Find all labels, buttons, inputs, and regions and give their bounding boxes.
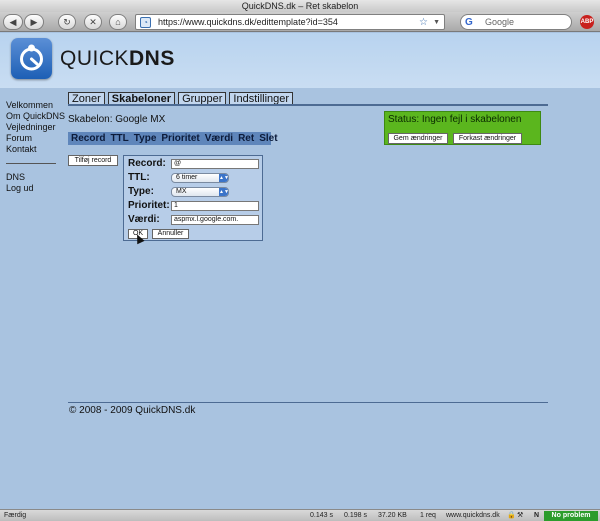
reload-button[interactable]: ↻ [58, 14, 76, 30]
sidebar-item-vejledninger[interactable]: Vejledninger [6, 122, 58, 133]
sidebar-item-log-ud[interactable]: Log ud [6, 183, 58, 194]
add-record-button[interactable]: Tilføj record [68, 155, 118, 166]
column-header-record: Record [71, 133, 106, 144]
logo-text-light: QUICK [60, 47, 130, 70]
value-label: Værdi: [128, 214, 160, 225]
home-button[interactable]: ⌂ [109, 14, 127, 30]
history-dropdown-icon[interactable]: ▼ [433, 15, 440, 30]
sidebar-item-om-quickdns[interactable]: Om QuickDNS [6, 111, 65, 122]
address-bar[interactable]: ◔ https://www.quickdns.dk/edittemplate?i… [135, 14, 445, 30]
priority-input[interactable]: 1 [171, 201, 259, 211]
browser-statusbar: Færdig 0.143 s 0.198 s 37.20 KB 1 req ww… [0, 509, 600, 521]
type-select-value: MX [176, 188, 187, 195]
status-done-text: Færdig [4, 512, 27, 519]
cancel-button[interactable]: Annuller [152, 229, 189, 239]
sidebar-nav: Velkommen Om QuickDNS Vejledninger Forum… [6, 100, 65, 194]
logo-text-bold: DNS [129, 47, 175, 70]
column-header-vaerdi: Værdi [204, 133, 234, 144]
lock-icon: 🔒 [507, 512, 516, 519]
type-label: Type: [128, 186, 154, 197]
value-input[interactable]: aspmx.l.google.com. [171, 215, 259, 225]
record-label: Record: [128, 158, 166, 169]
status-host: www.quickdns.dk [446, 512, 500, 519]
ttl-select-value: 6 timer [176, 174, 198, 181]
column-header-type: Type [133, 133, 157, 144]
window-title: QuickDNS.dk – Ret skabelon [241, 1, 359, 11]
sidebar-item-kontakt[interactable]: Kontakt [6, 144, 58, 155]
google-search-icon[interactable]: G [465, 16, 473, 29]
column-header-prioritet: Prioritet [161, 133, 200, 144]
template-name: Skabelon: Google MX [68, 114, 166, 125]
sidebar-item-velkommen[interactable]: Velkommen [6, 100, 58, 111]
addon-icon[interactable]: ⚒ [517, 510, 523, 521]
forward-arrow-icon: ▶ [30, 16, 38, 27]
records-table-header: Record TTL Type Prioritet Værdi Ret Slet [68, 132, 278, 145]
tab-underline [68, 104, 548, 106]
discard-changes-button[interactable]: Forkast ændringer [453, 133, 522, 144]
sidebar-item-dns[interactable]: DNS [6, 172, 58, 183]
save-changes-button[interactable]: Gem ændringer [388, 133, 448, 144]
record-edit-form: Record: @ TTL: 6 timer ▲▼ Type: MX ▲▼ Pr… [123, 155, 263, 241]
copyright-text: © 2008 - 2009 QuickDNS.dk [69, 405, 196, 416]
quickdns-logo-icon[interactable] [11, 38, 52, 79]
column-header-ttl: TTL [110, 133, 129, 144]
adblock-icon[interactable]: ABP [580, 15, 594, 29]
column-header-slet: Slet [259, 133, 278, 144]
forward-button[interactable]: ▶ [24, 14, 44, 30]
sidebar-item-forum[interactable]: Forum [6, 133, 58, 144]
reload-icon: ↻ [63, 16, 71, 27]
stop-button[interactable]: ✕ [84, 14, 102, 30]
record-input[interactable]: @ [171, 159, 259, 169]
load-time-2: 0.198 s [344, 512, 367, 519]
site-favicon-icon: ◔ [140, 17, 151, 28]
stop-icon: ✕ [89, 16, 97, 27]
select-arrows-icon: ▲▼ [219, 174, 229, 182]
browser-toolbar: ◀ ▶ ↻ ✕ ⌂ ◔ https://www.quickdns.dk/edit… [0, 12, 600, 32]
select-arrows-icon: ▲▼ [219, 188, 229, 196]
search-input[interactable]: Google [485, 15, 514, 30]
column-header-ret: Ret [238, 133, 255, 144]
ttl-select[interactable]: 6 timer ▲▼ [171, 173, 229, 183]
no-problem-badge[interactable]: No problem [544, 511, 598, 521]
request-count: 1 req [420, 512, 436, 519]
search-bar[interactable]: G Google [460, 14, 572, 30]
noscript-icon[interactable]: N [534, 510, 539, 521]
page-size: 37.20 KB [378, 512, 407, 519]
ttl-label: TTL: [128, 172, 150, 183]
priority-label: Prioritet: [128, 200, 170, 211]
url-text[interactable]: https://www.quickdns.dk/edittemplate?id=… [158, 15, 338, 30]
sidebar-divider [6, 163, 56, 164]
site-header: QUICKDNS [0, 33, 600, 88]
home-icon: ⌂ [115, 17, 121, 27]
footer-divider [68, 402, 548, 403]
back-arrow-icon: ◀ [9, 16, 17, 27]
status-text: Status: Ingen fejl i skabelonen [388, 114, 522, 125]
back-button[interactable]: ◀ [3, 14, 23, 30]
load-time-1: 0.143 s [310, 512, 333, 519]
type-select[interactable]: MX ▲▼ [171, 187, 229, 197]
bookmark-star-icon[interactable]: ☆ [419, 15, 428, 30]
window-titlebar: QuickDNS.dk – Ret skabelon [0, 0, 600, 12]
site-logo-text[interactable]: QUICKDNS [60, 47, 175, 71]
status-panel: Status: Ingen fejl i skabelonen Gem ændr… [384, 111, 541, 145]
